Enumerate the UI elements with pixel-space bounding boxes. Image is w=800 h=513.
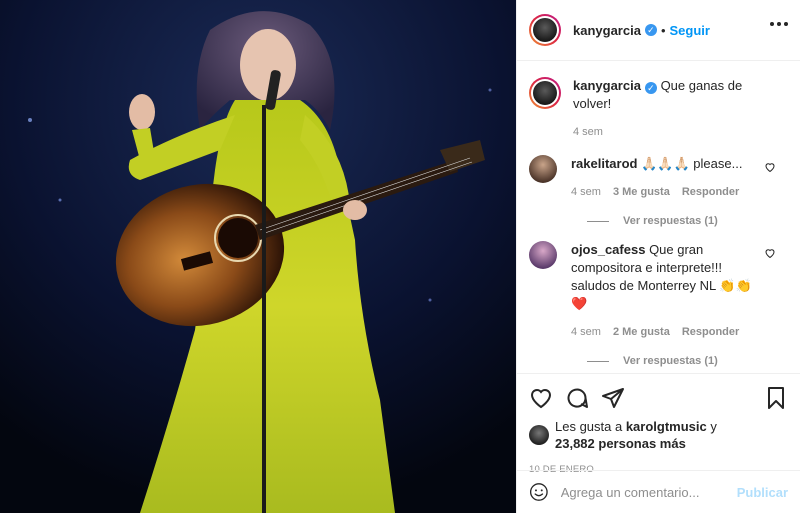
post-caption: kanygarcia ✓ Que ganas de volver! 4 sem (529, 77, 784, 141)
comment-input[interactable] (560, 484, 737, 500)
author-avatar[interactable] (529, 14, 561, 46)
view-replies-button[interactable]: Ver respuestas (1) (587, 215, 784, 227)
comment-item: ojos_cafess Que gran compositora e inter… (529, 241, 784, 341)
view-replies-label[interactable]: Ver respuestas (1) (623, 355, 718, 367)
caption-time[interactable]: 4 sem (573, 123, 603, 141)
emoji-icon[interactable] (529, 480, 549, 504)
comment-likes[interactable]: 2 Me gusta (613, 323, 670, 341)
add-comment-bar: Publicar (517, 470, 800, 513)
replies-divider (587, 360, 609, 362)
comment-time[interactable]: 4 sem (571, 323, 601, 341)
follow-button[interactable]: Seguir (670, 23, 710, 38)
more-options-icon[interactable] (770, 22, 788, 26)
post-photo[interactable] (0, 0, 516, 513)
commenter-avatar[interactable] (529, 241, 557, 269)
comment-like-heart-icon[interactable] (764, 247, 776, 259)
comment-likes[interactable]: 3 Me gusta (613, 183, 670, 201)
like-heart-icon[interactable] (529, 386, 553, 410)
likes-middle: y (706, 419, 717, 434)
verified-icon: ✓ (644, 82, 657, 94)
concert-photo (0, 0, 516, 513)
likes-count[interactable]: 23,882 personas más (555, 436, 686, 451)
likes-prefix: Les gusta a (555, 419, 626, 434)
comment-like-heart-icon[interactable] (764, 161, 776, 173)
bookmark-icon[interactable] (764, 386, 788, 410)
separator-dot: • (660, 22, 666, 38)
reply-button[interactable]: Responder (682, 183, 739, 201)
post-actions: Les gusta a karolgtmusic y 23,882 person… (517, 373, 800, 475)
post-header: kanygarcia ✓ • Seguir (517, 0, 800, 61)
comment-username[interactable]: ojos_cafess (571, 242, 645, 257)
caption-avatar[interactable] (529, 77, 561, 109)
author-username[interactable]: kanygarcia (573, 23, 641, 38)
publish-button[interactable]: Publicar (737, 485, 788, 500)
view-replies-button[interactable]: Ver respuestas (1) (587, 355, 784, 367)
replies-divider (587, 220, 609, 222)
post-side-panel: kanygarcia ✓ • Seguir kanygarcia ✓ Que ga… (516, 0, 800, 513)
liker-username[interactable]: karolgtmusic (626, 419, 707, 434)
likes-summary[interactable]: Les gusta a karolgtmusic y 23,882 person… (529, 418, 788, 452)
verified-icon: ✓ (644, 24, 657, 36)
caption-username[interactable]: kanygarcia (573, 78, 641, 93)
comment-time[interactable]: 4 sem (571, 183, 601, 201)
comments-list[interactable]: kanygarcia ✓ Que ganas de volver! 4 sem r… (517, 61, 800, 373)
comment-item: rakelitarod 🙏🏻🙏🏻🙏🏻 please... 4 sem 3 Me … (529, 155, 784, 201)
share-icon[interactable] (601, 386, 625, 410)
comment-username[interactable]: rakelitarod (571, 156, 637, 171)
comment-text: 🙏🏻🙏🏻🙏🏻 please... (641, 156, 743, 171)
comment-icon[interactable] (565, 386, 589, 410)
reply-button[interactable]: Responder (682, 323, 739, 341)
view-replies-label[interactable]: Ver respuestas (1) (623, 215, 718, 227)
commenter-avatar[interactable] (529, 155, 557, 183)
liker-avatar (529, 425, 549, 445)
